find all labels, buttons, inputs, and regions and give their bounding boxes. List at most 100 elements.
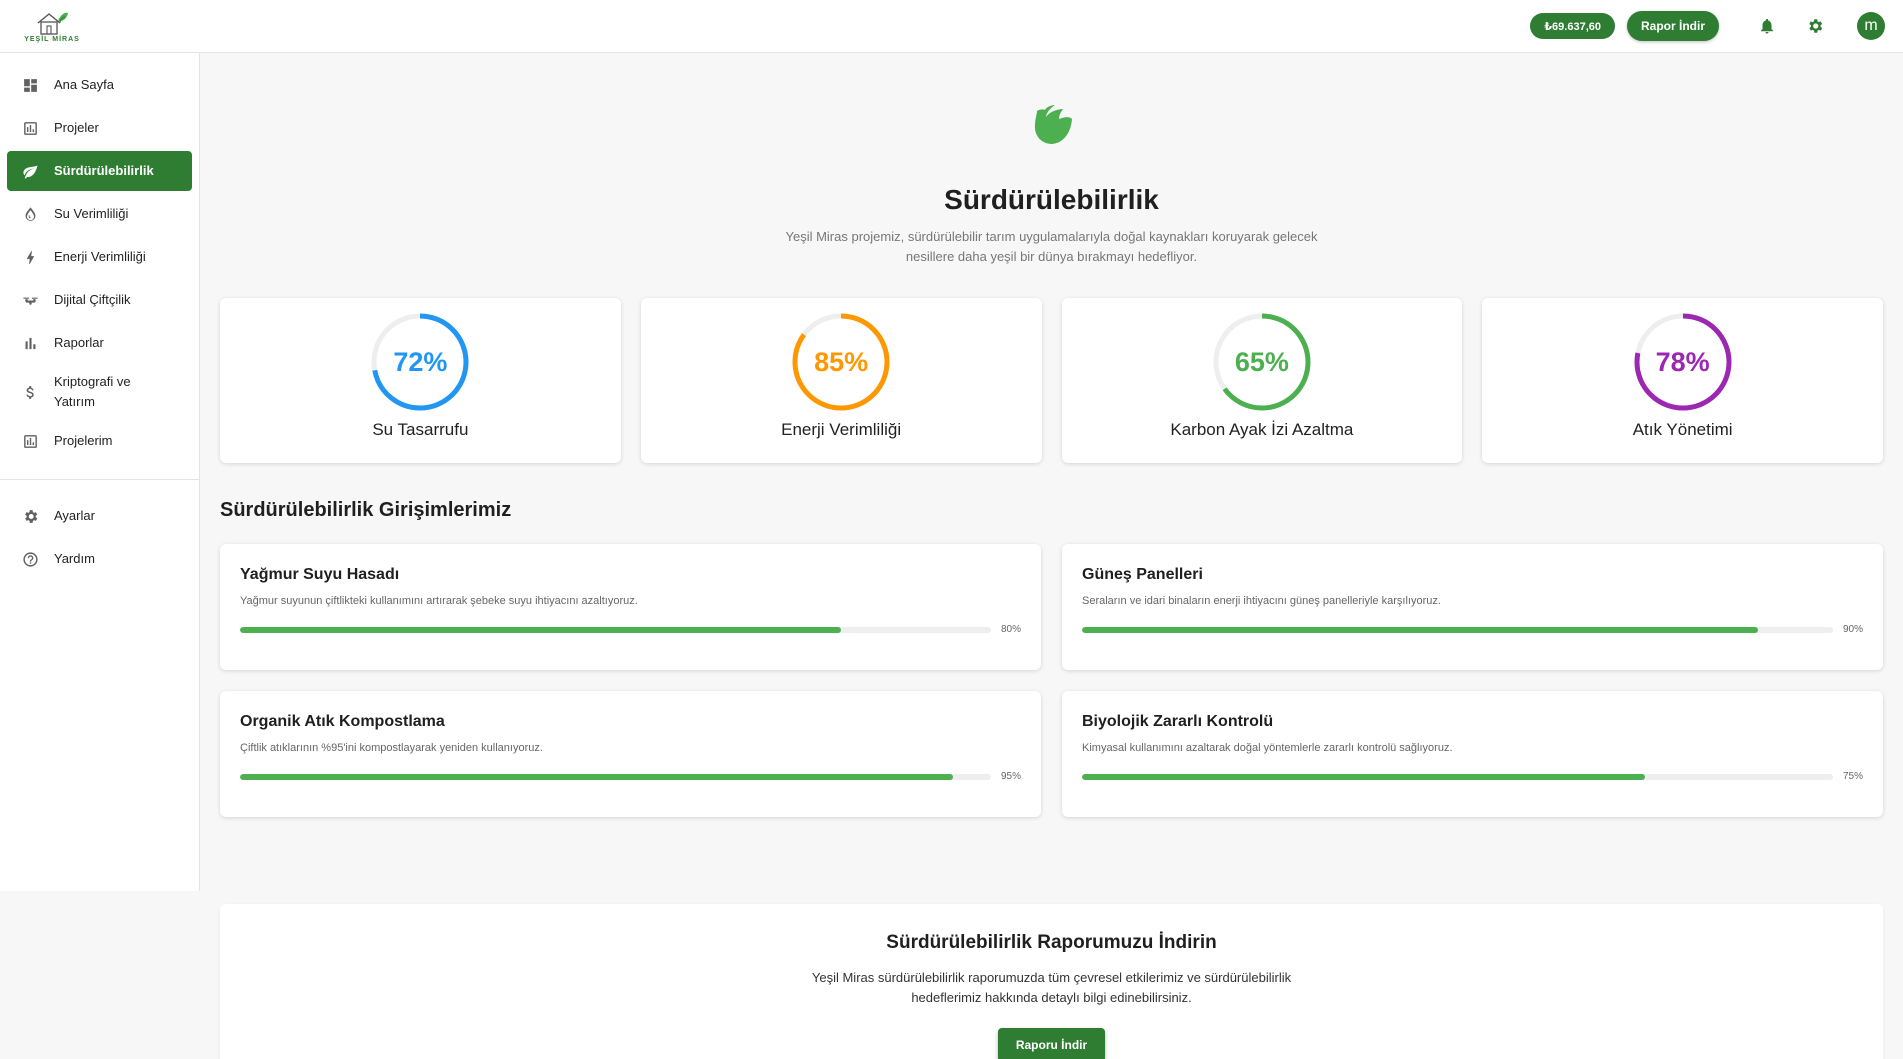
progress-fill [240,626,841,633]
sidebar-item-su-verimliligi[interactable]: Su Verimliliği [7,194,192,234]
metric-value: 65% [1234,346,1289,377]
progress-percent: 95% [1000,771,1021,782]
water-drop-icon [21,205,39,223]
sidebar-item-raporlar[interactable]: Raporlar [7,323,192,363]
sidebar-item-label: Yardım [54,551,95,566]
sidebar-item-label: Raporlar [54,335,104,350]
dollar-icon [21,383,39,401]
sidebar-item-label: Sürdürülebilirlik [54,163,154,178]
settings-button[interactable] [1800,11,1830,41]
bar-chart-icon [21,334,39,352]
bar-chart-box-icon [21,119,39,137]
download-report-section: Sürdürülebilirlik Raporumuzu İndirin Yeş… [220,904,1883,1059]
help-circle-icon [21,550,39,568]
progress-row: 75% [1082,771,1863,782]
metric-value: 85% [814,346,869,377]
initiatives-heading: Sürdürülebilirlik Girişimlerimiz [220,499,512,521]
wallet-balance-badge[interactable]: ₺69.637,60 [1530,13,1615,39]
sidebar-item-label: Kriptografi ve Yatırım [54,374,131,409]
sidebar-item-label: Projeler [54,120,99,135]
sidebar-item-yardim[interactable]: Yardım [7,539,192,579]
brand-name: YEŞİL MİRAS [24,36,80,43]
sidebar-item-kriptografi-ve-yatirim[interactable]: Kriptografi ve Yatırım [7,366,192,418]
sidebar-item-label: Ayarlar [54,508,95,523]
sidebar-item-dijital-ciftcilik[interactable]: Dijital Çiftçilik [7,280,192,320]
progress-track [1082,773,1833,780]
progress-track [240,773,991,780]
bolt-icon [21,248,39,266]
main-content: Sürdürülebilirlik Yeşil Miras projemiz, … [200,53,1903,1059]
progress-track [240,626,991,633]
metric-card: 72% Su Tasarrufu [220,298,621,463]
gear-icon [21,507,39,525]
sidebar-item-enerji-verimliligi[interactable]: Enerji Verimliliği [7,237,192,277]
progress-fill [1082,626,1758,633]
initiative-description: Çiftlik atıklarının %95'ini kompostlayar… [240,742,543,754]
drone-icon [21,291,39,309]
sidebar-item-surdurulebilirlik[interactable]: Sürdürülebilirlik [7,151,192,191]
progress-percent: 90% [1842,624,1863,635]
initiative-title: Biyolojik Zararlı Kontrolü [1082,713,1274,730]
sidebar-item-projeler[interactable]: Projeler [7,108,192,148]
page-title: Sürdürülebilirlik [944,184,1159,215]
progress-row: 90% [1082,624,1863,635]
sidebar-item-label: Enerji Verimliliği [54,249,146,264]
metric-label: Atık Yönetimi [1632,420,1733,439]
sidebar-divider [0,479,199,480]
progress-row: 80% [240,624,1021,635]
user-avatar[interactable]: m [1857,12,1885,40]
initiative-description: Kimyasal kullanımını azaltarak doğal yön… [1082,742,1453,754]
download-report-button[interactable]: Raporu İndir [997,1028,1106,1059]
dashboard-icon [21,76,39,94]
initiative-card: Biyolojik Zararlı Kontrolü Kimyasal kull… [1062,691,1883,817]
progress-ring: 78% [1631,310,1735,414]
gear-icon [1809,19,1823,33]
metric-value: 72% [393,346,448,377]
metric-card: 78% Atık Yönetimi [1482,298,1883,463]
initiative-description: Yağmur suyunun çiftlikteki kullanımını a… [240,595,638,607]
download-description: Yeşil Miras sürdürülebilirlik raporumuzd… [811,970,1292,1005]
progress-ring: 72% [368,310,472,414]
initiative-description: Seraların ve idari binaların enerji ihti… [1082,595,1441,607]
sidebar-item-label: Dijital Çiftçilik [54,292,131,307]
progress-track [1082,626,1833,633]
metric-label: Enerji Verimliliği [781,420,902,439]
progress-percent: 75% [1842,771,1863,782]
download-report-button[interactable]: Rapor İndir [1626,11,1719,41]
house-leaf-logo-icon [37,12,68,35]
notifications-button[interactable] [1752,11,1782,41]
initiative-card: Organik Atık Kompostlama Çiftlik atıklar… [220,691,1041,817]
metric-card: 85% Enerji Verimliliği [640,298,1042,463]
initiatives-grid: Yağmur Suyu Hasadı Yağmur suyunun çiftli… [220,544,1883,817]
initiative-title: Yağmur Suyu Hasadı [240,566,400,583]
leaf-icon [21,162,39,180]
initiative-card: Güneş Panelleri Seraların ve idari binal… [1062,544,1883,670]
progress-percent: 80% [1000,624,1021,635]
metric-label: Su Tasarrufu [372,420,469,439]
page-description: Yeşil Miras projemiz, sürdürülebilir tar… [785,229,1318,264]
initiative-title: Organik Atık Kompostlama [240,713,445,730]
progress-fill [1082,773,1646,780]
hero-section: Sürdürülebilirlik Yeşil Miras projemiz, … [200,53,1903,267]
leaf-icon [1034,105,1072,144]
sidebar-item-ayarlar[interactable]: Ayarlar [7,496,192,536]
metric-value: 78% [1655,346,1710,377]
progress-ring: 65% [1210,310,1314,414]
sidebar-bottom-nav: Ayarlar Yardım [0,496,199,579]
metrics-row: 72% Su Tasarrufu 85% Enerji Verimliliği … [220,298,1883,463]
sidebar-item-label: Projelerim [54,433,113,448]
sidebar-item-ana-sayfa[interactable]: Ana Sayfa [7,65,192,105]
sidebar-item-projelerim[interactable]: Projelerim [7,421,192,461]
sidebar: Ana Sayfa Projeler Sürdürülebilirlik Su … [0,53,200,891]
brand-logo[interactable]: YEŞİL MİRAS [24,9,80,43]
download-title: Sürdürülebilirlik Raporumuzu İndirin [886,932,1217,953]
sidebar-item-label: Ana Sayfa [54,77,114,92]
bell-icon [1761,18,1773,34]
metric-label: Karbon Ayak İzi Azaltma [1170,420,1354,439]
bar-chart-box-icon [21,432,39,450]
metric-card: 65% Karbon Ayak İzi Azaltma [1061,298,1463,463]
initiative-title: Güneş Panelleri [1082,566,1203,583]
progress-fill [240,773,954,780]
progress-ring: 85% [789,310,893,414]
progress-row: 95% [240,771,1021,782]
